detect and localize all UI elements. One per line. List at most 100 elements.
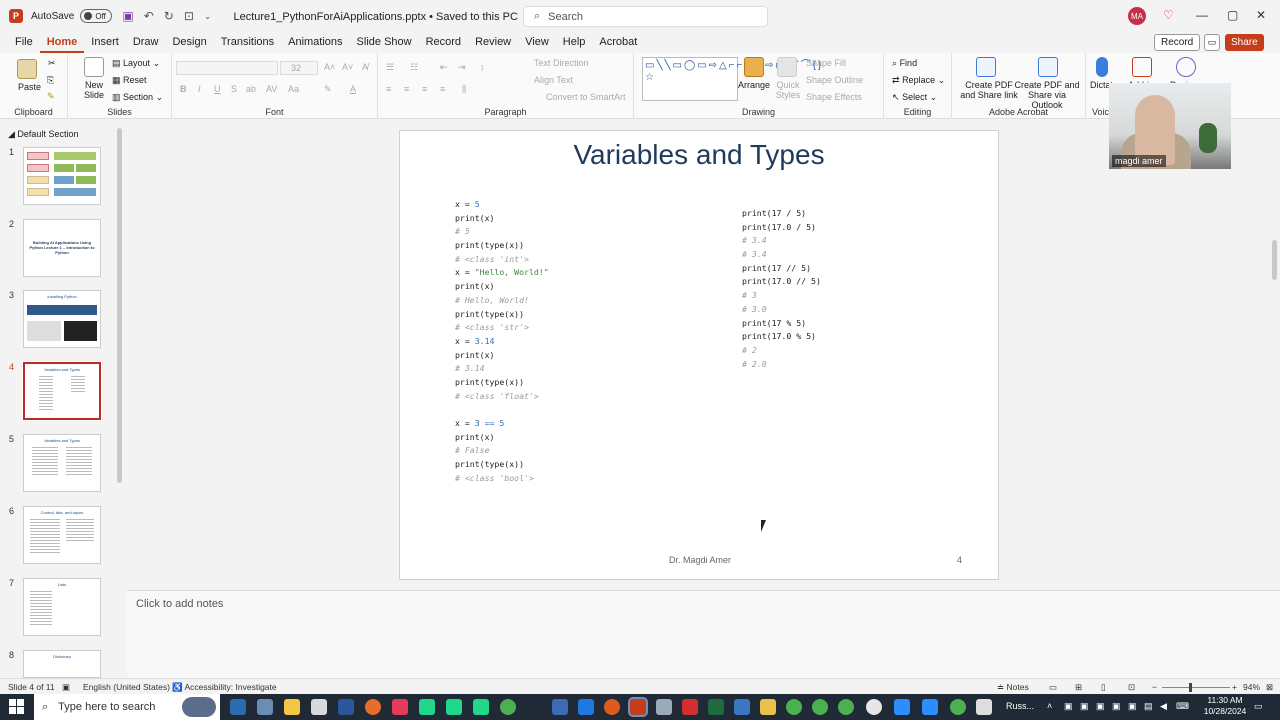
slide-page-number[interactable]: 4	[957, 555, 962, 565]
slide-thumbnail-6[interactable]: Control, lists, and tuples	[23, 506, 101, 564]
designer-icon[interactable]	[1176, 57, 1196, 77]
acrobat-icon[interactable]	[682, 699, 698, 715]
tab-review[interactable]: Review	[468, 32, 518, 53]
addins-icon[interactable]	[1132, 57, 1152, 77]
editor-scroll-thumb[interactable]	[1272, 240, 1277, 280]
keyboard-icon[interactable]: ⌨	[1176, 701, 1189, 712]
pycharm-icon[interactable]	[473, 699, 489, 715]
notepad-icon[interactable]	[311, 699, 327, 715]
pycharm-icon[interactable]	[419, 699, 435, 715]
save-icon[interactable]: ▣	[122, 9, 133, 23]
tab-transitions[interactable]: Transitions	[214, 32, 281, 53]
app-icon[interactable]	[976, 699, 992, 715]
columns-icon[interactable]: ⫼	[462, 84, 466, 95]
notes-toggle[interactable]: ≐ Notes	[997, 682, 1029, 693]
record-button[interactable]: Record	[1154, 34, 1201, 51]
slide-thumbnail-5[interactable]: Variables and Types	[23, 434, 101, 492]
search-input[interactable]: ⌕ Search	[523, 6, 768, 27]
replace-button[interactable]: ⇄ Replace ⌄	[892, 75, 945, 86]
increase-indent-icon[interactable]: ⇥	[458, 62, 466, 73]
taskbar-clock[interactable]: 11:30 AM 10/28/2024	[1200, 695, 1250, 717]
align-center-icon[interactable]: ≡	[404, 84, 409, 94]
slide-thumbnail-3[interactable]: Installing Python	[23, 290, 101, 348]
zoom-app-icon[interactable]	[922, 699, 938, 715]
right-code-block[interactable]: print(17 / 5) print(17.0 / 5) # 3.4 # 3.4 pr…	[742, 207, 821, 371]
taskbar-search-input[interactable]: ⌕ Type here to search	[34, 694, 220, 720]
create-pdf-share-icon[interactable]	[976, 57, 996, 77]
highlight-icon[interactable]: ✎	[324, 84, 332, 95]
shape-outline-button[interactable]: Shape Outline	[806, 75, 863, 85]
tray-app-icon[interactable]: ▣	[1096, 701, 1105, 712]
accessibility-status[interactable]: ♿ Accessibility: Investigate	[172, 682, 277, 693]
create-pdf-outlook-button[interactable]: Create PDF and Share via Outlook	[1014, 80, 1080, 110]
strikethrough-icon[interactable]: ab	[246, 84, 256, 94]
reading-view-icon[interactable]: ▯	[1101, 682, 1106, 693]
word-icon[interactable]	[338, 699, 354, 715]
slideshow-view-icon[interactable]: ⊡	[1128, 682, 1135, 693]
tab-animations[interactable]: Animations	[281, 32, 349, 53]
font-color-icon[interactable]: A	[350, 84, 356, 94]
zoom-slider[interactable]	[1162, 687, 1230, 688]
select-button[interactable]: ↖ Select ⌄	[892, 92, 937, 103]
smartart-button[interactable]: Convert to SmartArt	[546, 92, 626, 102]
section-button[interactable]: ▥ Section ⌄	[112, 92, 163, 103]
format-painter-icon[interactable]: ✎	[47, 91, 55, 102]
tab-file[interactable]: File	[8, 32, 40, 53]
document-title[interactable]: Lecture1_PythonForAiApplications.pptx • …	[233, 10, 530, 23]
notification-icon[interactable]: ▭	[1254, 701, 1263, 712]
pycharm-icon[interactable]	[446, 699, 462, 715]
app-icon[interactable]	[552, 699, 568, 715]
decrease-indent-icon[interactable]: ⇤	[440, 62, 448, 73]
notes-placeholder[interactable]: Click to add notes	[136, 598, 223, 610]
editor-scrollbar[interactable]	[1270, 120, 1280, 588]
app-icon[interactable]	[708, 699, 724, 715]
slide-thumbnail-7[interactable]: Lists	[23, 578, 101, 636]
slide-thumbnail-4[interactable]: Variables and Types	[22, 361, 102, 421]
tab-record[interactable]: Record	[419, 32, 468, 53]
arrange-icon[interactable]	[744, 57, 764, 77]
language-status[interactable]: English (United States)	[83, 682, 170, 692]
font-name-field[interactable]	[176, 61, 278, 75]
quick-styles-button[interactable]: Quick Styles	[772, 80, 804, 100]
new-slide-icon[interactable]	[84, 57, 104, 77]
tray-app-icon[interactable]: ▣	[1112, 701, 1121, 712]
comments-icon[interactable]: ▭	[1204, 34, 1220, 51]
zoom-slider-thumb[interactable]	[1189, 683, 1192, 692]
paste-button[interactable]: Paste	[18, 82, 41, 92]
app-icon[interactable]	[656, 699, 672, 715]
tab-help[interactable]: Help	[556, 32, 593, 53]
find-button[interactable]: ⌕ Find	[892, 58, 917, 69]
cut-icon[interactable]: ✂	[48, 58, 56, 69]
copilot-icon[interactable]: ♡	[1163, 8, 1174, 22]
shape-effects-button[interactable]: Shape Effects	[806, 92, 862, 102]
shapes-gallery[interactable]: ▭╲╲▭◯▭⇨△⌐⌐⇨⇩⇨◯⌒⌒{}☆	[642, 57, 821, 101]
bold-icon[interactable]: B	[180, 84, 187, 94]
tray-app-icon[interactable]: ▣	[1064, 701, 1073, 712]
microphone-icon[interactable]	[1096, 57, 1108, 77]
create-pdf-outlook-icon[interactable]	[1038, 57, 1058, 77]
slide-canvas[interactable]: Variables and Types x = 5 print(x) # 5 prin…	[399, 130, 999, 580]
network-icon[interactable]: ▤	[1144, 701, 1153, 712]
left-code-block[interactable]: x = 5 print(x) # 5 print(type(x)) # <class '…	[455, 198, 549, 485]
new-slide-button[interactable]: New Slide	[80, 80, 108, 100]
customize-qat-icon[interactable]: ⌄	[204, 11, 212, 22]
app-icon[interactable]	[734, 699, 750, 715]
zoom-in-icon[interactable]: +	[1232, 682, 1237, 692]
autosave-toggle[interactable]: Off	[80, 9, 113, 23]
zoom-app-icon[interactable]	[894, 699, 910, 715]
grow-font-icon[interactable]: A˄	[324, 62, 335, 72]
arrange-button[interactable]: Arrange	[738, 80, 770, 90]
language-indicator[interactable]: Russ...	[1006, 701, 1034, 711]
slide-thumbnail-8[interactable]: Dictionary	[23, 650, 101, 678]
tab-home[interactable]: Home	[39, 32, 85, 53]
slide-sorter-icon[interactable]: ⊞	[1075, 682, 1082, 693]
align-text-button[interactable]: Align Text	[534, 75, 573, 85]
powerpoint-taskbar-icon[interactable]	[628, 697, 648, 717]
intellij-icon[interactable]	[392, 699, 408, 715]
minimize-icon[interactable]: —	[1196, 8, 1208, 22]
shadow-icon[interactable]: S	[231, 84, 237, 94]
tab-slide-show[interactable]: Slide Show	[350, 32, 419, 53]
char-spacing-icon[interactable]: AV	[266, 84, 277, 94]
align-right-icon[interactable]: ≡	[422, 84, 427, 94]
zoom-out-icon[interactable]: −	[1152, 682, 1157, 692]
